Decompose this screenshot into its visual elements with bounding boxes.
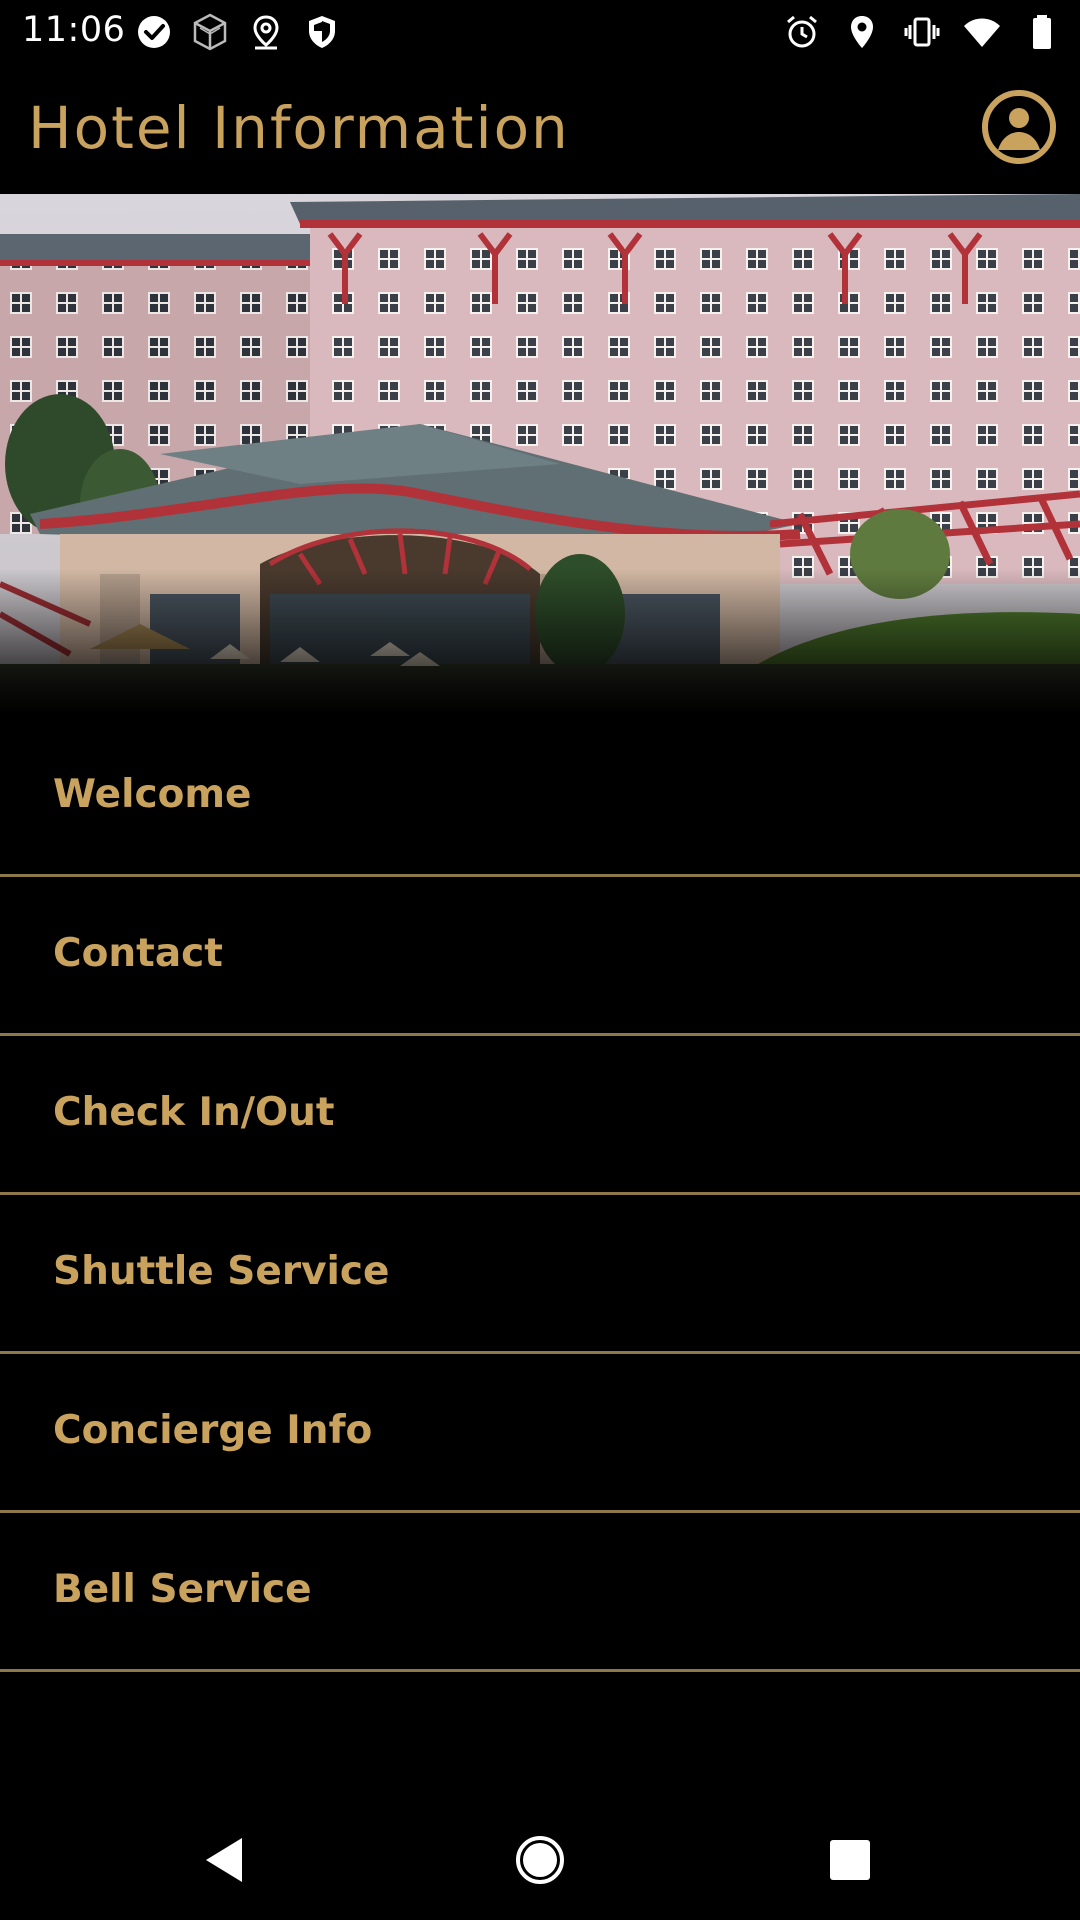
status-bar: 11:06 — [0, 0, 1080, 62]
page-title: Hotel Information — [28, 94, 570, 162]
app-header: Hotel Information — [0, 62, 1080, 194]
nav-home-button[interactable] — [512, 1832, 568, 1888]
menu-item-shuttle-service[interactable]: Shuttle Service — [0, 1195, 1080, 1354]
status-left-icons — [134, 12, 342, 52]
hotel-info-menu: Welcome Contact Check In/Out Shuttle Ser… — [0, 718, 1080, 1672]
nav-recents-button[interactable] — [822, 1832, 878, 1888]
system-nav-bar — [0, 1800, 1080, 1920]
location-pin-outline-icon — [253, 15, 279, 50]
menu-item-check-in-out[interactable]: Check In/Out — [0, 1036, 1080, 1195]
shield-icon — [309, 16, 335, 48]
check-circle-icon — [138, 16, 170, 48]
menu-item-label: Shuttle Service — [53, 1249, 390, 1294]
menu-item-contact[interactable]: Contact — [0, 877, 1080, 1036]
menu-item-label: Bell Service — [53, 1567, 312, 1612]
home-icon — [516, 1836, 564, 1884]
menu-item-concierge-info[interactable]: Concierge Info — [0, 1354, 1080, 1513]
menu-item-bell-service[interactable]: Bell Service — [0, 1513, 1080, 1672]
status-time: 11:06 — [22, 10, 126, 50]
menu-item-label: Welcome — [53, 772, 252, 817]
menu-item-label: Contact — [53, 931, 223, 976]
location-pin-icon — [851, 16, 873, 48]
vibrate-icon — [904, 17, 940, 47]
alarm-icon — [787, 15, 817, 48]
hotel-hero-image — [0, 194, 1080, 714]
back-icon — [206, 1838, 242, 1882]
cube-icon — [193, 13, 227, 51]
menu-item-label: Concierge Info — [53, 1408, 373, 1453]
nav-back-button[interactable] — [198, 1832, 254, 1888]
battery-icon — [1033, 15, 1051, 49]
account-circle-icon — [998, 108, 1040, 150]
profile-button[interactable] — [982, 90, 1056, 164]
recents-icon — [830, 1840, 870, 1880]
wifi-icon — [964, 18, 1000, 47]
menu-item-welcome[interactable]: Welcome — [0, 718, 1080, 877]
menu-item-label: Check In/Out — [53, 1090, 335, 1135]
status-right-icons — [782, 12, 1062, 52]
